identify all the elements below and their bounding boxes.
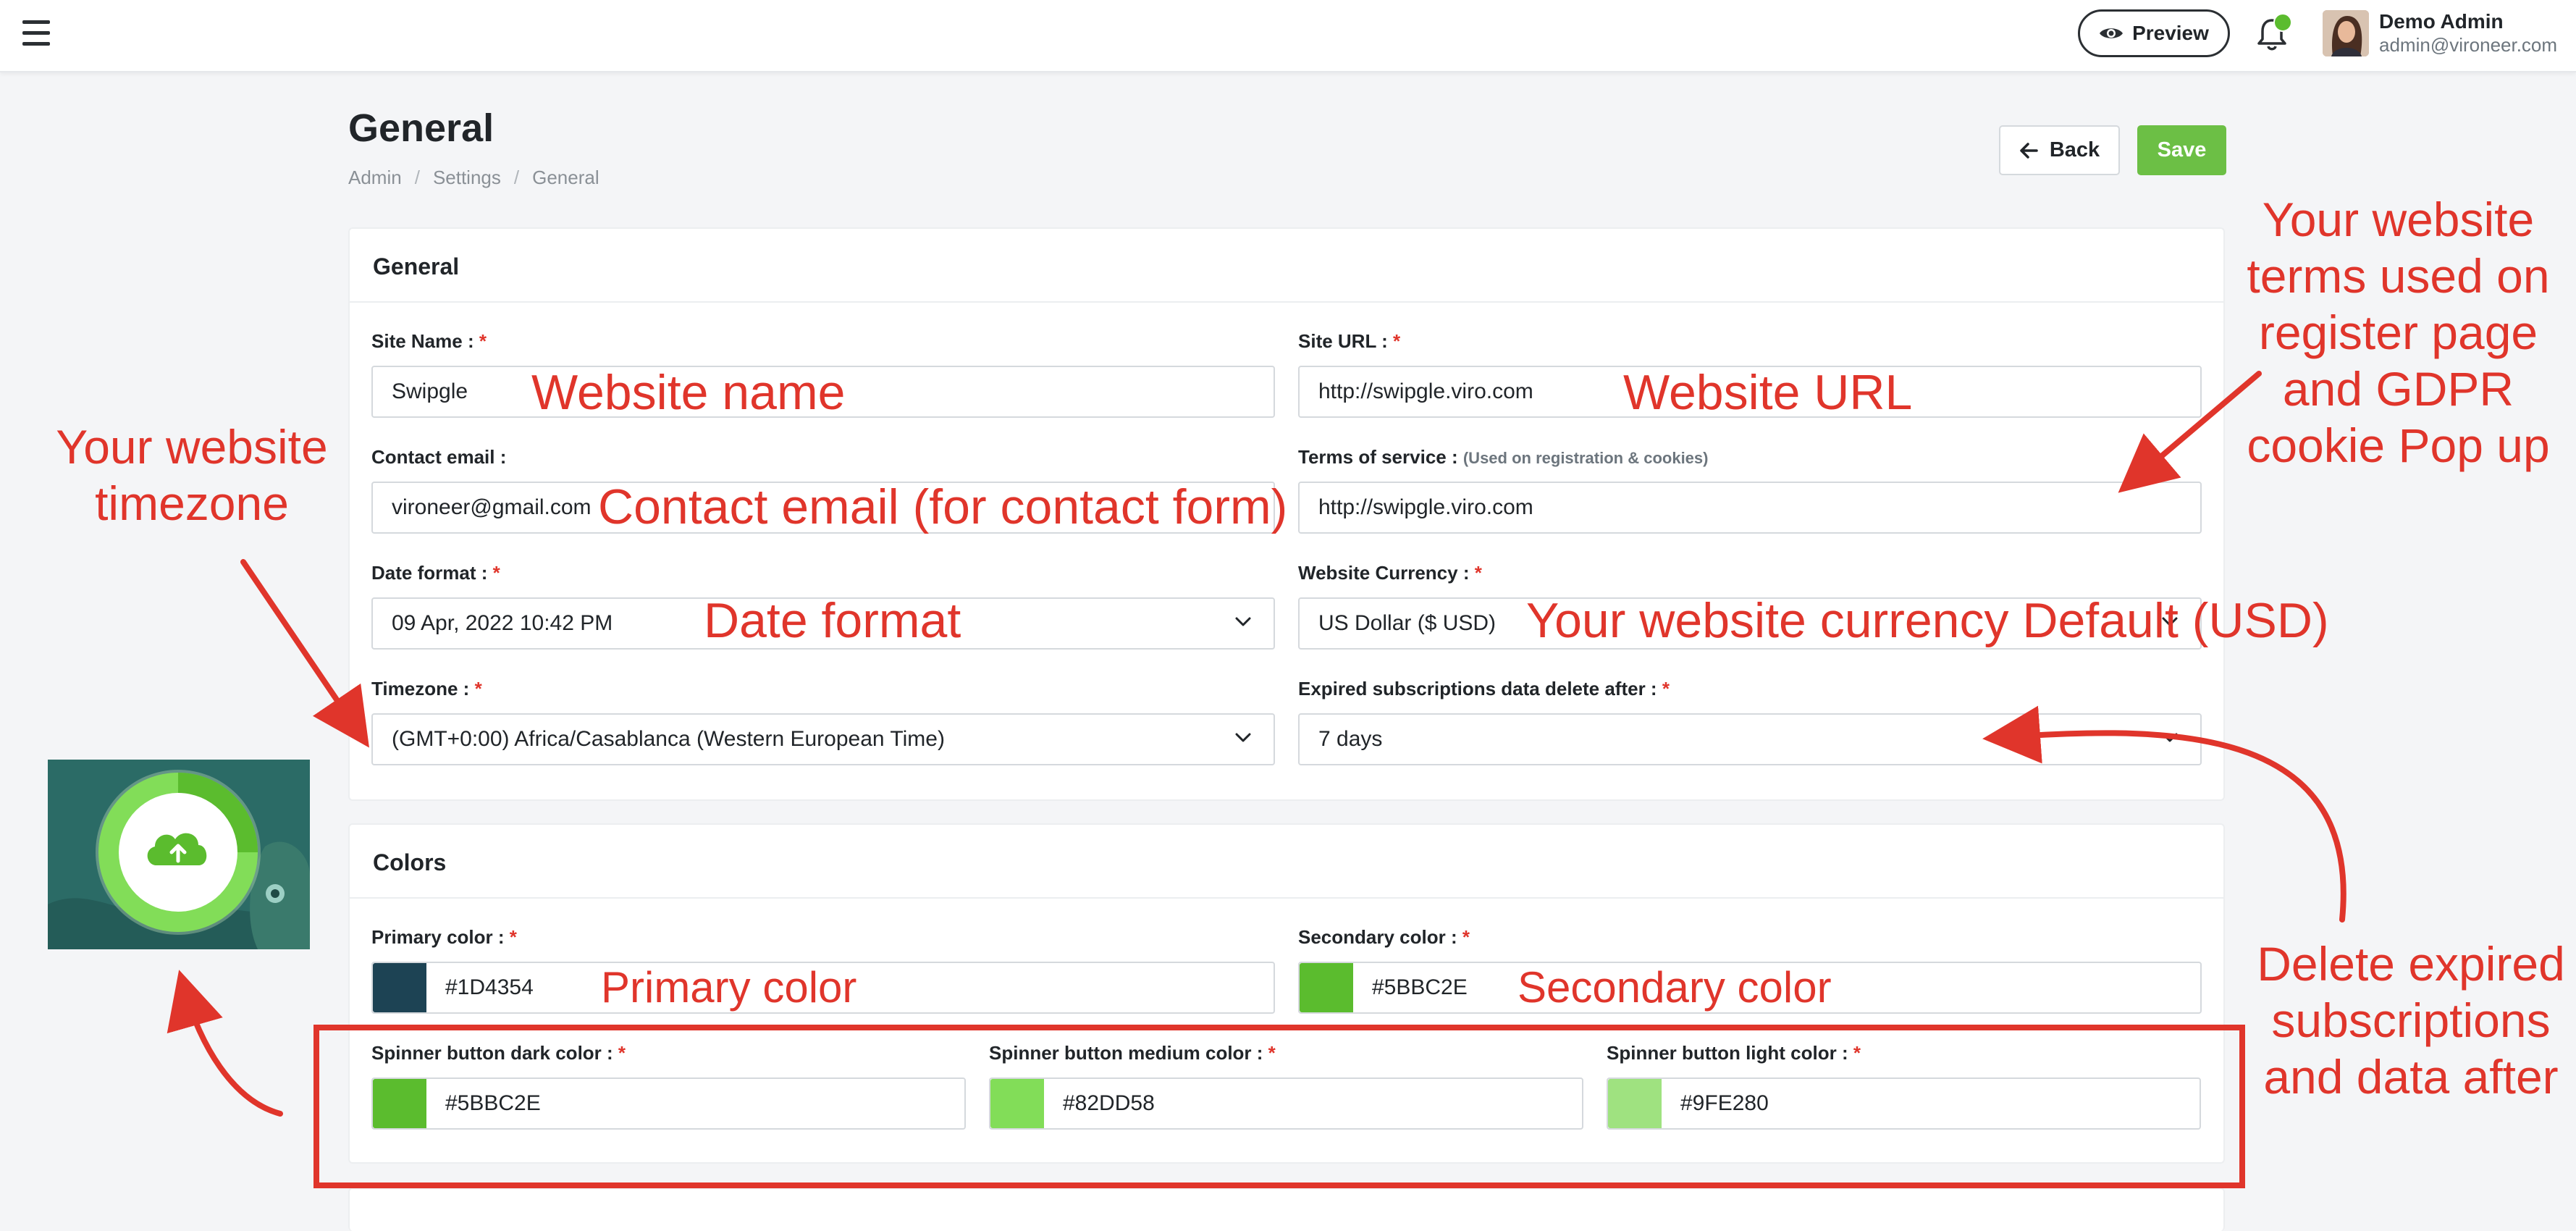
arrow-expired <box>1982 705 2346 923</box>
arrow-spinner <box>167 970 283 1117</box>
spinner-highlight-box <box>313 1025 2245 1188</box>
arrow-terms <box>2118 371 2262 493</box>
arrow-timezone <box>240 559 369 748</box>
annotation-arrows <box>167 371 2346 1188</box>
